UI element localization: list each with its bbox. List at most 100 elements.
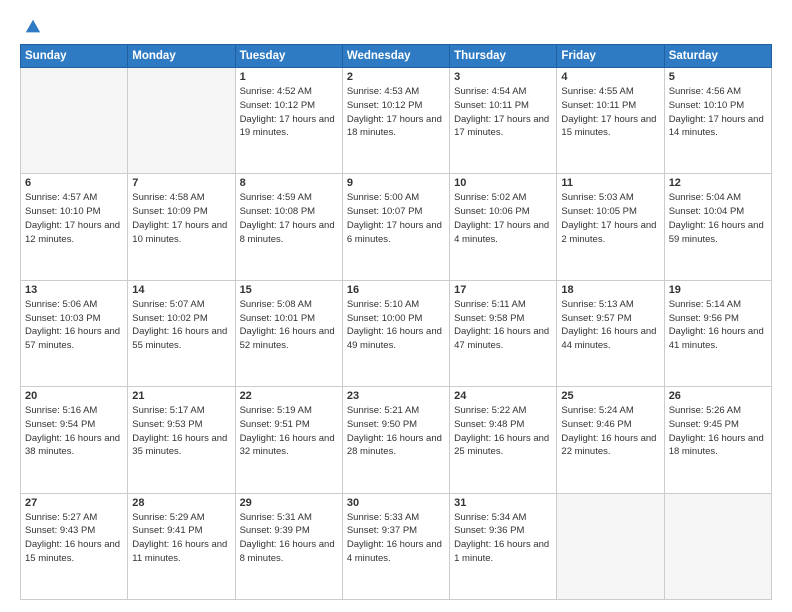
week-row-1: 1 Sunrise: 4:52 AMSunset: 10:12 PMDaylig… [21,68,772,174]
cell-details: Sunrise: 5:11 AMSunset: 9:58 PMDaylight:… [454,299,549,351]
cal-cell: 3 Sunrise: 4:54 AMSunset: 10:11 PMDaylig… [450,68,557,174]
cal-cell: 24 Sunrise: 5:22 AMSunset: 9:48 PMDaylig… [450,387,557,493]
cal-cell: 12 Sunrise: 5:04 AMSunset: 10:04 PMDayli… [664,174,771,280]
cal-cell: 6 Sunrise: 4:57 AMSunset: 10:10 PMDaylig… [21,174,128,280]
day-number: 27 [25,497,123,509]
cell-details: Sunrise: 5:14 AMSunset: 9:56 PMDaylight:… [669,299,764,351]
cell-details: Sunrise: 5:17 AMSunset: 9:53 PMDaylight:… [132,405,227,457]
cell-details: Sunrise: 4:59 AMSunset: 10:08 PMDaylight… [240,192,335,244]
cell-details: Sunrise: 5:13 AMSunset: 9:57 PMDaylight:… [561,299,656,351]
cal-cell: 9 Sunrise: 5:00 AMSunset: 10:07 PMDaylig… [342,174,449,280]
day-number: 28 [132,497,230,509]
day-number: 17 [454,284,552,296]
day-number: 24 [454,390,552,402]
cal-cell: 29 Sunrise: 5:31 AMSunset: 9:39 PMDaylig… [235,493,342,599]
cell-details: Sunrise: 5:31 AMSunset: 9:39 PMDaylight:… [240,512,335,564]
day-number: 29 [240,497,338,509]
cell-details: Sunrise: 4:53 AMSunset: 10:12 PMDaylight… [347,86,442,138]
day-number: 3 [454,71,552,83]
day-number: 9 [347,177,445,189]
week-row-2: 6 Sunrise: 4:57 AMSunset: 10:10 PMDaylig… [21,174,772,280]
cell-details: Sunrise: 5:27 AMSunset: 9:43 PMDaylight:… [25,512,120,564]
cal-cell: 26 Sunrise: 5:26 AMSunset: 9:45 PMDaylig… [664,387,771,493]
cal-cell: 22 Sunrise: 5:19 AMSunset: 9:51 PMDaylig… [235,387,342,493]
day-number: 11 [561,177,659,189]
day-number: 20 [25,390,123,402]
day-number: 10 [454,177,552,189]
cell-details: Sunrise: 5:24 AMSunset: 9:46 PMDaylight:… [561,405,656,457]
cell-details: Sunrise: 4:57 AMSunset: 10:10 PMDaylight… [25,192,120,244]
cell-details: Sunrise: 5:22 AMSunset: 9:48 PMDaylight:… [454,405,549,457]
logo-icon [24,18,42,36]
cal-cell: 31 Sunrise: 5:34 AMSunset: 9:36 PMDaylig… [450,493,557,599]
cell-details: Sunrise: 4:54 AMSunset: 10:11 PMDaylight… [454,86,549,138]
day-number: 18 [561,284,659,296]
cal-cell: 30 Sunrise: 5:33 AMSunset: 9:37 PMDaylig… [342,493,449,599]
cell-details: Sunrise: 5:33 AMSunset: 9:37 PMDaylight:… [347,512,442,564]
day-number: 22 [240,390,338,402]
calendar-table: SundayMondayTuesdayWednesdayThursdayFrid… [20,44,772,600]
week-row-4: 20 Sunrise: 5:16 AMSunset: 9:54 PMDaylig… [21,387,772,493]
day-number: 4 [561,71,659,83]
cell-details: Sunrise: 5:03 AMSunset: 10:05 PMDaylight… [561,192,656,244]
cal-cell: 5 Sunrise: 4:56 AMSunset: 10:10 PMDaylig… [664,68,771,174]
cell-details: Sunrise: 5:29 AMSunset: 9:41 PMDaylight:… [132,512,227,564]
day-number: 31 [454,497,552,509]
page: SundayMondayTuesdayWednesdayThursdayFrid… [0,0,792,612]
cal-cell: 28 Sunrise: 5:29 AMSunset: 9:41 PMDaylig… [128,493,235,599]
cell-details: Sunrise: 4:55 AMSunset: 10:11 PMDaylight… [561,86,656,138]
day-number: 5 [669,71,767,83]
cal-cell: 1 Sunrise: 4:52 AMSunset: 10:12 PMDaylig… [235,68,342,174]
cal-cell: 27 Sunrise: 5:27 AMSunset: 9:43 PMDaylig… [21,493,128,599]
day-number: 15 [240,284,338,296]
day-number: 14 [132,284,230,296]
cal-cell: 23 Sunrise: 5:21 AMSunset: 9:50 PMDaylig… [342,387,449,493]
week-row-5: 27 Sunrise: 5:27 AMSunset: 9:43 PMDaylig… [21,493,772,599]
day-number: 7 [132,177,230,189]
cell-details: Sunrise: 5:26 AMSunset: 9:45 PMDaylight:… [669,405,764,457]
cell-details: Sunrise: 5:00 AMSunset: 10:07 PMDaylight… [347,192,442,244]
cal-cell: 17 Sunrise: 5:11 AMSunset: 9:58 PMDaylig… [450,280,557,386]
cell-details: Sunrise: 5:10 AMSunset: 10:00 PMDaylight… [347,299,442,351]
day-number: 21 [132,390,230,402]
cal-cell: 13 Sunrise: 5:06 AMSunset: 10:03 PMDayli… [21,280,128,386]
day-number: 23 [347,390,445,402]
cell-details: Sunrise: 5:16 AMSunset: 9:54 PMDaylight:… [25,405,120,457]
cal-cell: 2 Sunrise: 4:53 AMSunset: 10:12 PMDaylig… [342,68,449,174]
day-number: 12 [669,177,767,189]
cal-cell: 20 Sunrise: 5:16 AMSunset: 9:54 PMDaylig… [21,387,128,493]
cal-cell: 19 Sunrise: 5:14 AMSunset: 9:56 PMDaylig… [664,280,771,386]
header [20,18,772,36]
day-number: 30 [347,497,445,509]
cell-details: Sunrise: 4:56 AMSunset: 10:10 PMDaylight… [669,86,764,138]
day-number: 13 [25,284,123,296]
cal-cell: 15 Sunrise: 5:08 AMSunset: 10:01 PMDayli… [235,280,342,386]
cal-cell [664,493,771,599]
col-header-monday: Monday [128,45,235,68]
cell-details: Sunrise: 5:07 AMSunset: 10:02 PMDaylight… [132,299,227,351]
cell-details: Sunrise: 5:06 AMSunset: 10:03 PMDaylight… [25,299,120,351]
cell-details: Sunrise: 5:21 AMSunset: 9:50 PMDaylight:… [347,405,442,457]
cal-cell: 10 Sunrise: 5:02 AMSunset: 10:06 PMDayli… [450,174,557,280]
cal-cell: 8 Sunrise: 4:59 AMSunset: 10:08 PMDaylig… [235,174,342,280]
day-number: 26 [669,390,767,402]
cell-details: Sunrise: 5:19 AMSunset: 9:51 PMDaylight:… [240,405,335,457]
cal-cell [557,493,664,599]
cell-details: Sunrise: 5:08 AMSunset: 10:01 PMDaylight… [240,299,335,351]
day-number: 25 [561,390,659,402]
day-number: 19 [669,284,767,296]
col-header-thursday: Thursday [450,45,557,68]
cal-cell [21,68,128,174]
cal-cell: 4 Sunrise: 4:55 AMSunset: 10:11 PMDaylig… [557,68,664,174]
cal-cell: 18 Sunrise: 5:13 AMSunset: 9:57 PMDaylig… [557,280,664,386]
cell-details: Sunrise: 4:52 AMSunset: 10:12 PMDaylight… [240,86,335,138]
cell-details: Sunrise: 5:02 AMSunset: 10:06 PMDaylight… [454,192,549,244]
day-number: 1 [240,71,338,83]
cal-cell: 25 Sunrise: 5:24 AMSunset: 9:46 PMDaylig… [557,387,664,493]
cal-cell [128,68,235,174]
day-number: 6 [25,177,123,189]
col-header-saturday: Saturday [664,45,771,68]
day-number: 2 [347,71,445,83]
logo [20,18,42,36]
cal-cell: 14 Sunrise: 5:07 AMSunset: 10:02 PMDayli… [128,280,235,386]
